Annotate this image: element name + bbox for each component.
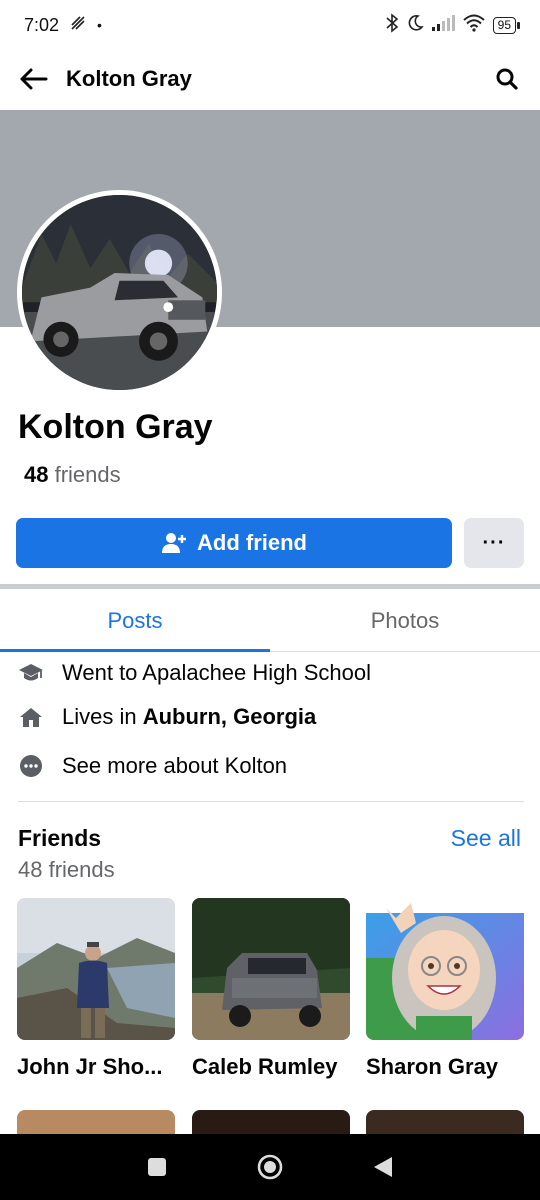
- header-title: Kolton Gray: [66, 66, 192, 91]
- app-bar: Kolton Gray: [0, 50, 540, 108]
- graduation-cap-icon: [18, 660, 44, 686]
- intro-location: Lives in Auburn, Georgia: [18, 704, 316, 730]
- system-nav-bar: [0, 1134, 540, 1200]
- status-bar: 7:02 • 95: [0, 0, 540, 50]
- see-all-friends-link[interactable]: See all: [451, 825, 521, 852]
- friend-name: John Jr Sho...: [17, 1054, 163, 1079]
- friend-count[interactable]: 48 friends: [24, 462, 121, 488]
- back-nav-button[interactable]: [363, 1147, 403, 1187]
- do-not-disturb-moon-icon: [406, 14, 424, 37]
- recents-button[interactable]: [137, 1147, 177, 1187]
- bluetooth-icon: [385, 12, 399, 38]
- battery-indicator: 95: [492, 16, 521, 34]
- friend-photo: [192, 898, 350, 1040]
- lives-in-place[interactable]: Auburn, Georgia: [143, 704, 317, 729]
- friend-card[interactable]: Sharon Gray: [366, 898, 524, 1080]
- friend-card[interactable]: Caleb Rumley: [192, 898, 350, 1080]
- tab-photos[interactable]: Photos: [270, 590, 540, 651]
- data-saver-icon: [69, 14, 87, 37]
- education-text: Went to Apalachee High School: [62, 660, 372, 685]
- friend-photo: [366, 898, 524, 1040]
- signal-icon: [431, 14, 455, 36]
- more-options-button[interactable]: ···: [464, 518, 524, 568]
- wifi-icon: [462, 14, 486, 37]
- recents-square-icon: [147, 1158, 166, 1176]
- friend-card[interactable]: John Jr Sho...: [17, 898, 175, 1080]
- section-divider: [0, 584, 540, 589]
- friends-subtitle: 48 friends: [18, 857, 115, 882]
- profile-avatar[interactable]: [17, 190, 222, 395]
- profile-name: Kolton Gray: [18, 408, 213, 446]
- status-time: 7:02: [24, 14, 60, 35]
- back-button[interactable]: [16, 62, 50, 96]
- add-friend-label: Add friend: [197, 530, 307, 555]
- profile-tabs: Posts Photos: [0, 590, 540, 652]
- friend-name: Caleb Rumley: [192, 1054, 338, 1079]
- intro-see-more[interactable]: See more about Kolton: [18, 753, 287, 779]
- add-friend-button[interactable]: Add friend: [16, 518, 452, 568]
- avatar-truck-photo: [22, 195, 217, 390]
- home-icon: [18, 704, 44, 730]
- more-dots-icon: ···: [482, 531, 506, 554]
- search-button[interactable]: [490, 62, 524, 96]
- add-person-icon: [162, 533, 186, 553]
- friend-photo: [17, 898, 175, 1040]
- intro-divider: [18, 801, 524, 802]
- home-button[interactable]: [250, 1147, 290, 1187]
- friend-name: Sharon Gray: [366, 1054, 499, 1079]
- tab-posts[interactable]: Posts: [0, 590, 270, 652]
- see-more-text: See more about Kolton: [62, 753, 288, 778]
- intro-education: Went to Apalachee High School: [18, 660, 371, 686]
- notification-dot-icon: •: [97, 17, 102, 33]
- more-circle-icon: [18, 753, 44, 779]
- lives-in-prefix: Lives in: [62, 704, 143, 729]
- home-circle-icon: [257, 1154, 283, 1180]
- back-triangle-icon: [374, 1157, 393, 1177]
- friends-heading: Friends: [18, 825, 102, 851]
- arrow-left-icon: [20, 68, 48, 90]
- search-icon: [496, 68, 518, 90]
